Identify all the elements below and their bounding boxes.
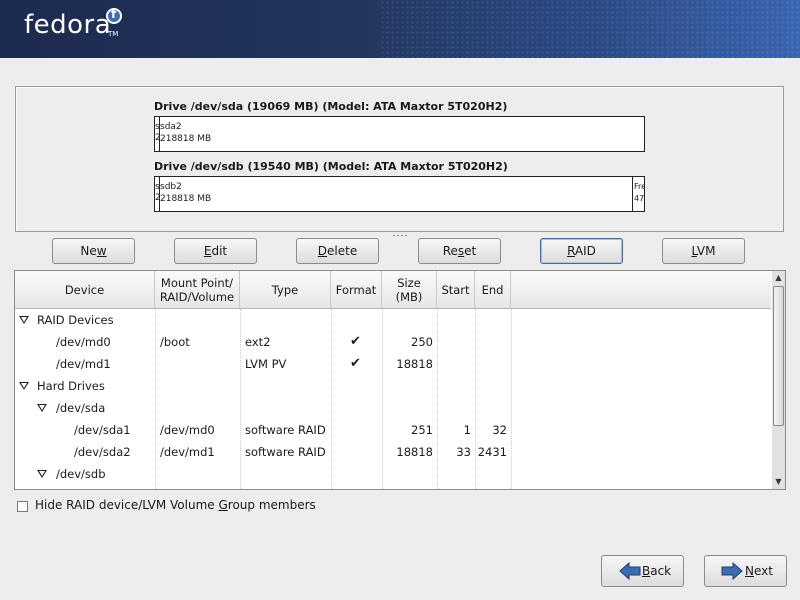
fedora-infinity-icon bbox=[106, 7, 122, 24]
row-start: 1 bbox=[463, 423, 471, 437]
drive-sda-bar: s 2 sda2 218818 MB bbox=[154, 116, 645, 152]
row-type: software RAID bbox=[245, 445, 326, 459]
row-device: /dev/sda2 bbox=[74, 445, 131, 459]
table-row[interactable]: /dev/sda2 /dev/md1 software RAID 18818 3… bbox=[15, 441, 771, 463]
drive-sdb-bar: s 2 sdb2 218818 MB Fre 47 bbox=[154, 176, 645, 212]
next-button[interactable]: Next bbox=[704, 555, 787, 587]
row-device: Hard Drives bbox=[37, 379, 105, 393]
lvm-button[interactable]: LVM bbox=[662, 238, 745, 264]
expand-triangle-icon[interactable] bbox=[19, 382, 29, 390]
row-mount: /dev/md0 bbox=[160, 423, 215, 437]
next-label: Next bbox=[745, 564, 773, 578]
partition-table[interactable]: Device Mount Point/RAID/Volume Type Form… bbox=[14, 270, 786, 490]
row-mount: /dev/md1 bbox=[160, 445, 215, 459]
col-header-mount-line1: Mount Point/ bbox=[160, 276, 234, 290]
delete-button[interactable]: Delete bbox=[296, 238, 379, 264]
drive-sdb-seg-free[interactable]: Fre 47 bbox=[632, 177, 644, 211]
seg-sda2-size: 218818 MB bbox=[160, 134, 212, 144]
col-header-type[interactable]: Type bbox=[240, 271, 331, 309]
edit-button[interactable]: Edit bbox=[174, 238, 257, 264]
back-button[interactable]: Back bbox=[601, 555, 684, 587]
table-row[interactable]: /dev/sda1 /dev/md0 software RAID 251 1 3… bbox=[15, 419, 771, 441]
drive-map-panel: Drive /dev/sda (19069 MB) (Model: ATA Ma… bbox=[15, 86, 784, 232]
row-size: 251 bbox=[411, 423, 433, 437]
seg-free-label: Fre bbox=[634, 182, 644, 191]
row-mount: /boot bbox=[160, 335, 190, 349]
col-header-end[interactable]: End bbox=[475, 271, 511, 309]
format-check-icon: ✔ bbox=[350, 356, 361, 371]
col-header-mount[interactable]: Mount Point/RAID/Volume bbox=[155, 271, 240, 309]
row-end: 32 bbox=[492, 423, 507, 437]
drive-sdb-title: Drive /dev/sdb (19540 MB) (Model: ATA Ma… bbox=[154, 160, 508, 173]
table-row[interactable]: /dev/md1 LVM PV ✔ 18818 bbox=[15, 353, 771, 375]
expand-triangle-icon[interactable] bbox=[37, 404, 47, 412]
banner-pattern bbox=[380, 0, 800, 58]
seg-sda2-label: sda2 bbox=[160, 122, 182, 132]
row-device: /dev/md0 bbox=[56, 335, 111, 349]
row-type: ext2 bbox=[245, 335, 271, 349]
drive-sda-seg-sda2[interactable]: sda2 218818 MB bbox=[160, 117, 211, 151]
pane-resize-grip[interactable] bbox=[392, 234, 408, 237]
scrollbar-thumb[interactable] bbox=[773, 286, 784, 426]
scroll-up-arrow-icon[interactable]: ▲ bbox=[772, 271, 785, 285]
row-size: 250 bbox=[411, 335, 433, 349]
seg-sdb1-label: s bbox=[155, 182, 160, 192]
row-size: 18818 bbox=[396, 357, 433, 371]
row-type: LVM PV bbox=[245, 357, 287, 371]
back-label: Back bbox=[642, 564, 672, 578]
new-button[interactable]: New bbox=[52, 238, 135, 264]
expand-triangle-icon[interactable] bbox=[19, 316, 29, 324]
reset-button[interactable]: Reset bbox=[418, 238, 501, 264]
trademark-mark: TM bbox=[108, 30, 119, 38]
col-header-mount-line2: RAID/Volume bbox=[159, 290, 235, 304]
header-banner: fedora TM bbox=[0, 0, 800, 58]
table-scrollbar[interactable]: ▲ ▼ bbox=[772, 270, 786, 490]
row-device: /dev/sdb bbox=[56, 467, 106, 481]
hide-members-label[interactable]: Hide RAID device/LVM Volume Group member… bbox=[35, 498, 316, 512]
raid-button[interactable]: RAID bbox=[540, 238, 623, 264]
seg-sdb2-label: sdb2 bbox=[160, 182, 182, 192]
col-header-format[interactable]: Format bbox=[331, 271, 382, 309]
col-header-size-line2: (MB) bbox=[395, 290, 423, 304]
expand-triangle-icon[interactable] bbox=[37, 470, 47, 478]
drive-sdb-seg-sdb2[interactable]: sdb2 218818 MB bbox=[160, 177, 211, 211]
row-device: /dev/sda bbox=[56, 401, 106, 415]
back-arrow-icon bbox=[619, 562, 641, 580]
row-end: 2431 bbox=[477, 445, 507, 459]
col-header-start[interactable]: Start bbox=[437, 271, 475, 309]
format-check-icon: ✔ bbox=[350, 334, 361, 349]
table-row[interactable]: /dev/md0 /boot ext2 ✔ 250 bbox=[15, 331, 771, 353]
table-row[interactable]: RAID Devices bbox=[15, 309, 771, 331]
table-row[interactable]: /dev/sdb bbox=[15, 463, 771, 485]
row-start: 33 bbox=[456, 445, 471, 459]
row-type: software RAID bbox=[245, 423, 326, 437]
col-header-size-line1: Size bbox=[397, 276, 421, 290]
seg-sdb2-size: 218818 MB bbox=[160, 194, 212, 204]
col-header-size[interactable]: Size (MB) bbox=[382, 271, 437, 309]
hide-members-checkbox[interactable] bbox=[17, 501, 28, 512]
seg-free-size: 47 bbox=[634, 194, 644, 203]
row-device: RAID Devices bbox=[37, 313, 114, 327]
drive-sda-title: Drive /dev/sda (19069 MB) (Model: ATA Ma… bbox=[154, 100, 508, 113]
next-arrow-icon bbox=[721, 562, 743, 580]
table-row[interactable]: Hard Drives bbox=[15, 375, 771, 397]
table-header: Device Mount Point/RAID/Volume Type Form… bbox=[15, 271, 771, 309]
row-device: /dev/sda1 bbox=[74, 423, 131, 437]
table-row[interactable]: /dev/sda bbox=[15, 397, 771, 419]
fedora-logo: fedora bbox=[24, 10, 112, 40]
seg-sda1-label: s bbox=[155, 122, 160, 132]
row-device: /dev/md1 bbox=[56, 357, 111, 371]
col-header-device[interactable]: Device bbox=[15, 271, 155, 309]
scroll-down-arrow-icon[interactable]: ▼ bbox=[772, 475, 785, 489]
row-size: 18818 bbox=[396, 445, 433, 459]
